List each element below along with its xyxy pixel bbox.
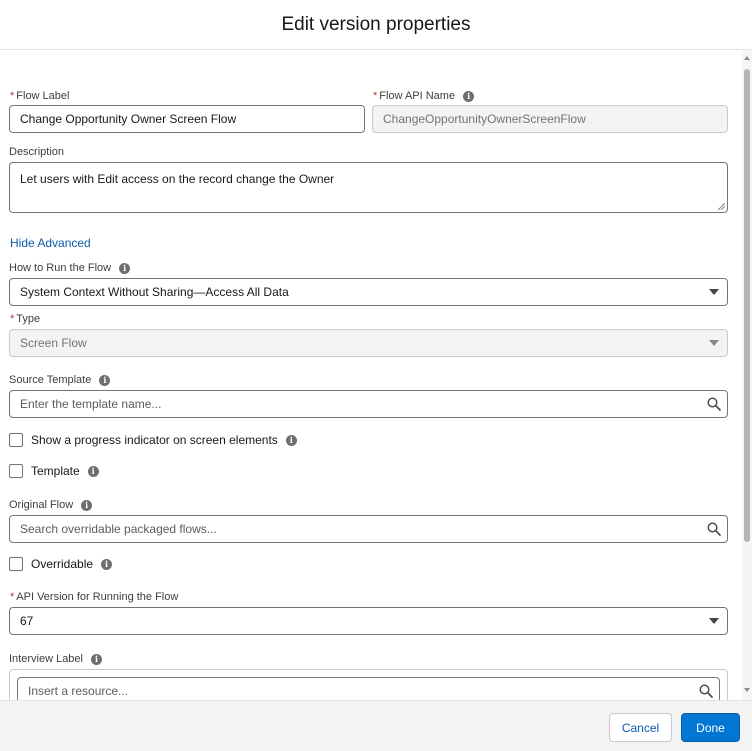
api-name-label: * Flow API Name i xyxy=(373,90,475,102)
api-version-select[interactable]: 67 xyxy=(9,607,728,635)
type-value: Screen Flow xyxy=(20,336,87,350)
description-text: Description xyxy=(9,146,65,158)
modal-header: Edit version properties xyxy=(0,0,752,50)
source-template-placeholder: Enter the template name... xyxy=(20,397,162,411)
required-mark: * xyxy=(10,591,15,603)
chevron-down-icon xyxy=(709,618,719,624)
template-row: Template i xyxy=(9,464,99,478)
info-icon[interactable]: i xyxy=(81,499,93,511)
original-flow-label: Original Flow i xyxy=(9,499,93,511)
done-button[interactable]: Done xyxy=(681,713,740,742)
overridable-checkbox[interactable] xyxy=(9,557,23,571)
info-icon[interactable]: i xyxy=(99,374,111,386)
search-icon[interactable] xyxy=(707,522,721,536)
scrollbar-thumb[interactable] xyxy=(744,69,750,542)
type-text: Type xyxy=(16,313,41,325)
info-icon[interactable]: i xyxy=(285,434,297,446)
scroll-down-arrow-icon[interactable] xyxy=(744,688,750,692)
source-template-text: Source Template xyxy=(9,374,92,386)
original-flow-input[interactable]: Search overridable packaged flows... xyxy=(9,515,728,543)
resize-handle-icon[interactable] xyxy=(718,203,725,210)
info-icon[interactable]: i xyxy=(463,90,475,102)
progress-indicator-label: Show a progress indicator on screen elem… xyxy=(31,433,278,447)
api-name-value: ChangeOpportunityOwnerScreenFlow xyxy=(383,112,586,126)
flow-label-input[interactable]: Change Opportunity Owner Screen Flow xyxy=(9,105,365,133)
scroll-up-arrow-icon[interactable] xyxy=(744,56,750,60)
interview-label-input[interactable]: Insert a resource... xyxy=(17,677,720,700)
required-mark: * xyxy=(10,313,15,325)
type-select[interactable]: Screen Flow xyxy=(9,329,728,357)
chevron-down-icon xyxy=(709,289,719,295)
original-flow-text: Original Flow xyxy=(9,499,74,511)
interview-label-placeholder: Insert a resource... xyxy=(28,684,129,698)
source-template-label: Source Template i xyxy=(9,374,111,386)
run-mode-select[interactable]: System Context Without Sharing—Access Al… xyxy=(9,278,728,306)
info-icon[interactable]: i xyxy=(87,465,99,477)
type-label: * Type xyxy=(10,313,40,325)
info-icon[interactable]: i xyxy=(91,653,102,665)
required-mark: * xyxy=(10,90,15,102)
run-mode-value: System Context Without Sharing—Access Al… xyxy=(20,285,289,299)
run-mode-text: How to Run the Flow xyxy=(9,262,112,274)
api-name-text: Flow API Name xyxy=(379,90,456,102)
original-flow-placeholder: Search overridable packaged flows... xyxy=(20,522,217,536)
modal-title: Edit version properties xyxy=(281,13,471,35)
api-version-value: 67 xyxy=(20,614,34,628)
description-label: Description xyxy=(9,146,64,158)
template-checkbox[interactable] xyxy=(9,464,23,478)
info-icon[interactable]: i xyxy=(119,262,131,274)
chevron-down-icon xyxy=(709,340,719,346)
description-value: Let users with Edit access on the record… xyxy=(20,172,335,186)
info-icon[interactable]: i xyxy=(101,558,113,570)
flow-label-label: * Flow Label xyxy=(10,90,69,102)
cancel-button[interactable]: Cancel xyxy=(609,713,672,742)
interview-label-label: Interview Label i xyxy=(9,653,102,665)
progress-indicator-checkbox[interactable] xyxy=(9,433,23,447)
api-version-text: API Version for Running the Flow xyxy=(16,591,179,603)
flow-label-value: Change Opportunity Owner Screen Flow xyxy=(20,112,237,126)
hide-advanced-link[interactable]: Hide Advanced xyxy=(10,236,91,250)
run-mode-label: How to Run the Flow i xyxy=(9,262,131,274)
modal-body[interactable]: * Flow Label Change Opportunity Owner Sc… xyxy=(0,50,752,700)
source-template-input[interactable]: Enter the template name... xyxy=(9,390,728,418)
flow-label-text: Flow Label xyxy=(16,90,70,102)
api-name-input[interactable]: ChangeOpportunityOwnerScreenFlow xyxy=(372,105,728,133)
required-mark: * xyxy=(373,90,378,102)
overridable-row: Overridable i xyxy=(9,557,113,571)
api-version-label: * API Version for Running the Flow xyxy=(10,591,178,603)
search-icon[interactable] xyxy=(707,397,721,411)
description-textarea[interactable]: Let users with Edit access on the record… xyxy=(9,162,728,213)
overridable-label: Overridable xyxy=(31,557,94,571)
interview-label-text: Interview Label xyxy=(9,653,83,665)
progress-indicator-row: Show a progress indicator on screen elem… xyxy=(9,433,297,447)
search-icon[interactable] xyxy=(699,684,713,698)
template-label: Template xyxy=(31,464,80,478)
scrollbar[interactable] xyxy=(742,50,752,700)
modal-footer: Cancel Done xyxy=(0,700,752,751)
